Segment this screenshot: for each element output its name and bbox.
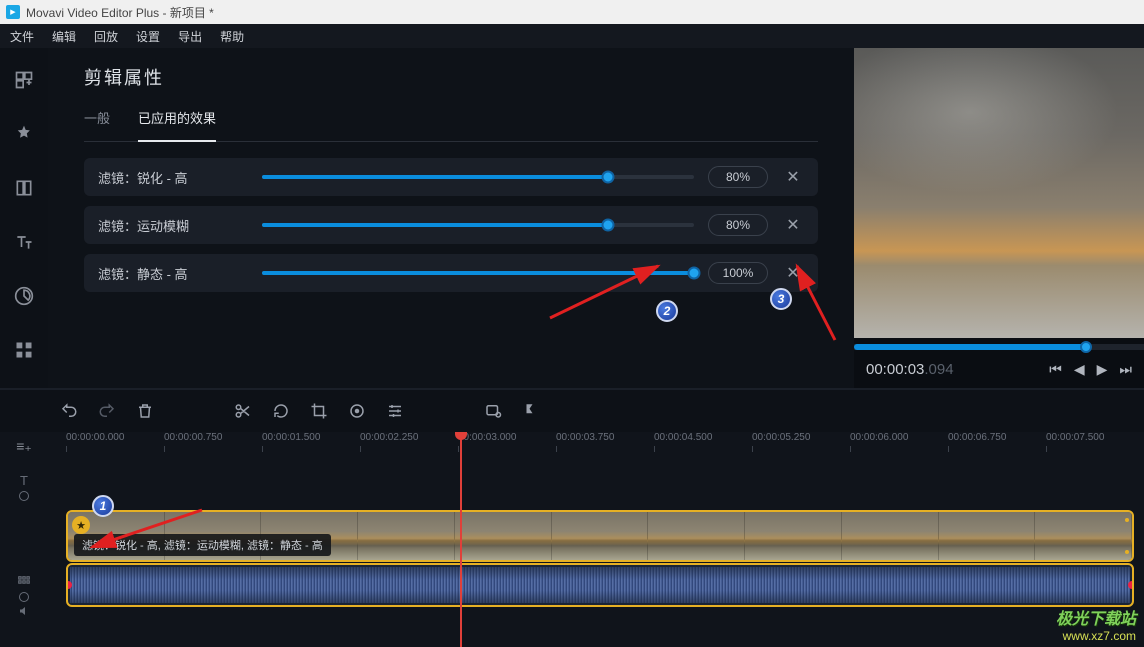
ruler-tick: 00:00:04.500: [654, 432, 752, 454]
filters-icon[interactable]: [12, 122, 36, 146]
titles-icon[interactable]: [12, 230, 36, 254]
effect-row-sharpen: 滤镜：锐化 - 高 80% ✕: [84, 158, 818, 196]
effect-percent[interactable]: 80%: [708, 166, 768, 188]
menu-edit[interactable]: 编辑: [52, 28, 76, 45]
clip-effects-label: 滤镜：锐化 - 高, 滤镜：运动模糊, 滤镜：静态 - 高: [74, 534, 331, 556]
prev-frame-icon[interactable]: ⏮: [1049, 361, 1062, 378]
menu-file[interactable]: 文件: [10, 28, 34, 45]
video-track-header[interactable]: [16, 575, 32, 617]
left-toolbar: [0, 48, 48, 388]
ruler-tick: 00:00:03.000: [458, 432, 556, 454]
effect-percent[interactable]: 100%: [708, 262, 768, 284]
play-icon[interactable]: ▶: [1097, 361, 1108, 378]
play-reverse-icon[interactable]: ◀: [1074, 361, 1085, 378]
redo-icon[interactable]: [98, 402, 116, 420]
effect-slider[interactable]: [262, 175, 694, 179]
menu-settings[interactable]: 设置: [136, 28, 160, 45]
ruler-tick: 00:00:07.500: [1046, 432, 1144, 454]
text-track-header[interactable]: T: [19, 473, 29, 501]
effect-row-static: 滤镜：静态 - 高 100% ✕: [84, 254, 818, 292]
menu-playback[interactable]: 回放: [94, 28, 118, 45]
delete-icon[interactable]: [136, 402, 154, 420]
ruler-tick: 00:00:03.750: [556, 432, 654, 454]
rotate-icon[interactable]: [272, 402, 290, 420]
menubar: 文件 编辑 回放 设置 导出 帮助: [0, 24, 1144, 48]
properties-tabs: 一般 已应用的效果: [84, 108, 818, 142]
app-logo-icon: [6, 5, 20, 19]
preview-progress[interactable]: [854, 344, 1144, 350]
window-title: Movavi Video Editor Plus - 新项目 *: [26, 4, 214, 21]
preview-timecode: 00:00:03.094: [866, 360, 954, 378]
effect-label: 滤镜：静态 - 高: [98, 264, 248, 283]
effect-slider[interactable]: [262, 271, 694, 275]
ruler-tick: 00:00:06.000: [850, 432, 948, 454]
clip-properties-panel: 剪辑属性 一般 已应用的效果 滤镜：锐化 - 高 80% ✕ 滤镜：运动模糊 8…: [48, 48, 854, 388]
preview-controls: 00:00:03.094 ⏮ ◀ ▶ ⏭: [854, 350, 1144, 388]
timeline-ruler[interactable]: 00:00:00.000 00:00:00.750 00:00:01.500 0…: [48, 432, 1144, 454]
stickers-icon[interactable]: [12, 284, 36, 308]
menu-export[interactable]: 导出: [178, 28, 202, 45]
remove-effect-icon[interactable]: ✕: [782, 215, 804, 235]
effects-star-icon[interactable]: ★: [72, 516, 90, 534]
tab-applied-effects[interactable]: 已应用的效果: [138, 108, 216, 142]
more-tools-icon[interactable]: [12, 338, 36, 362]
ruler-tick: 00:00:06.750: [948, 432, 1046, 454]
add-track-icon[interactable]: ≡₊: [16, 438, 32, 455]
tab-general[interactable]: 一般: [84, 108, 110, 133]
remove-effect-icon[interactable]: ✕: [782, 167, 804, 187]
video-clip[interactable]: ★ 滤镜：锐化 - 高, 滤镜：运动模糊, 滤镜：静态 - 高: [66, 510, 1134, 562]
clip-handle-right[interactable]: [1128, 581, 1134, 589]
panel-title: 剪辑属性: [84, 64, 818, 90]
titlebar: Movavi Video Editor Plus - 新项目 *: [0, 0, 1144, 24]
effect-percent[interactable]: 80%: [708, 214, 768, 236]
timeline-tracks-area[interactable]: 00:00:00.000 00:00:00.750 00:00:01.500 0…: [48, 432, 1144, 647]
ruler-tick: 00:00:00.750: [164, 432, 262, 454]
transitions-icon[interactable]: [12, 176, 36, 200]
marker-icon[interactable]: [522, 402, 540, 420]
import-icon[interactable]: [12, 68, 36, 92]
crop-icon[interactable]: [310, 402, 328, 420]
menu-help[interactable]: 帮助: [220, 28, 244, 45]
next-frame-icon[interactable]: ⏭: [1119, 361, 1132, 378]
timeline: ≡₊ T 00:00:00.000 00:00:00.750 00:00:01.…: [0, 432, 1144, 647]
effect-slider[interactable]: [262, 223, 694, 227]
ruler-tick: 00:00:01.500: [262, 432, 360, 454]
effect-label: 滤镜：运动模糊: [98, 216, 248, 235]
split-icon[interactable]: [234, 402, 252, 420]
undo-icon[interactable]: [60, 402, 78, 420]
ruler-tick: 00:00:05.250: [752, 432, 850, 454]
audio-clip[interactable]: [66, 563, 1134, 607]
effect-label: 滤镜：锐化 - 高: [98, 168, 248, 187]
timeline-track-headers: ≡₊ T: [0, 432, 48, 647]
ruler-tick: 00:00:02.250: [360, 432, 458, 454]
timeline-toolbar: [0, 388, 1144, 432]
color-adjust-icon[interactable]: [348, 402, 366, 420]
record-voiceover-icon[interactable]: [484, 402, 502, 420]
preview-panel: 00:00:03.094 ⏮ ◀ ▶ ⏭: [854, 48, 1144, 388]
effect-row-motion-blur: 滤镜：运动模糊 80% ✕: [84, 206, 818, 244]
playhead[interactable]: [460, 432, 462, 647]
remove-effect-icon[interactable]: ✕: [782, 263, 804, 283]
ruler-tick: 00:00:00.000: [66, 432, 164, 454]
preview-video[interactable]: [854, 48, 1144, 338]
adjustments-icon[interactable]: [386, 402, 404, 420]
